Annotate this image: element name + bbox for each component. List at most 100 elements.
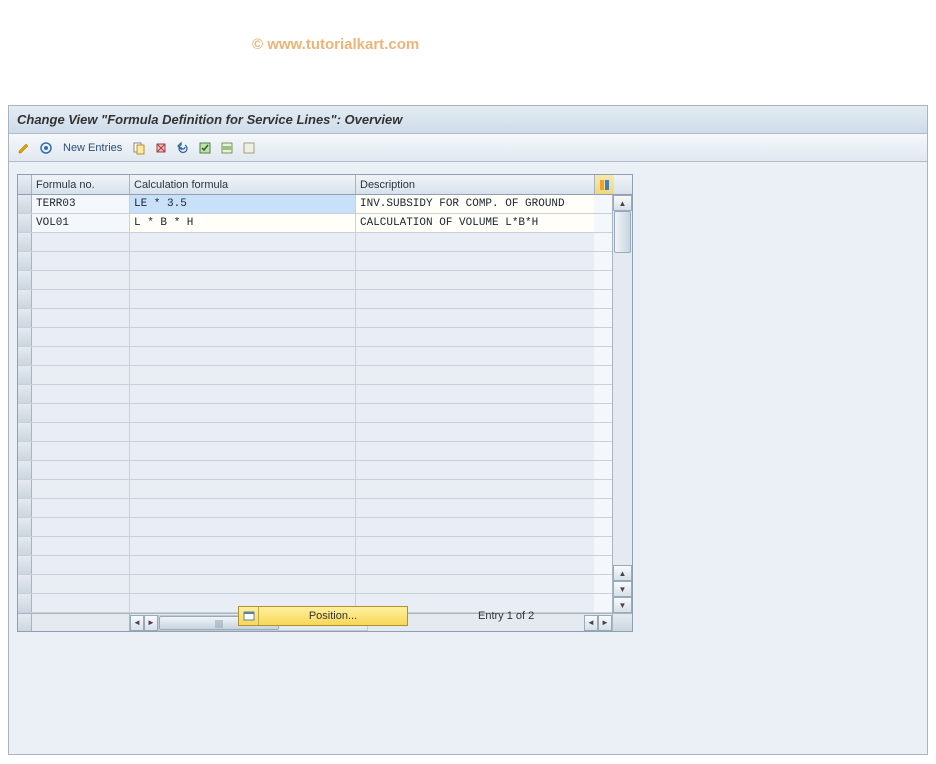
cell-empty[interactable] (356, 233, 594, 251)
row-selector[interactable] (18, 480, 32, 498)
cell-formula-no[interactable]: TERR03 (32, 195, 130, 213)
cell-empty[interactable] (356, 252, 594, 270)
row-selector[interactable] (18, 214, 32, 232)
row-selector[interactable] (18, 290, 32, 308)
cell-empty[interactable] (32, 404, 130, 422)
scroll-thumb[interactable] (614, 211, 631, 253)
cell-empty[interactable] (32, 309, 130, 327)
cell-empty[interactable] (356, 575, 594, 593)
vertical-scrollbar[interactable]: ▲ ▲ ▼ ▼ (612, 195, 632, 613)
cell-empty[interactable] (356, 366, 594, 384)
row-selector[interactable] (18, 385, 32, 403)
row-selector[interactable] (18, 366, 32, 384)
toggle-display-change-button[interactable] (15, 139, 33, 157)
cell-empty[interactable] (356, 480, 594, 498)
cell-empty[interactable] (356, 499, 594, 517)
cell-empty[interactable] (32, 385, 130, 403)
cell-empty[interactable] (356, 461, 594, 479)
row-selector[interactable] (18, 309, 32, 327)
select-block-button[interactable] (218, 139, 236, 157)
cell-empty[interactable] (130, 366, 356, 384)
cell-empty[interactable] (32, 518, 130, 536)
undo-change-button[interactable] (174, 139, 192, 157)
row-selector[interactable] (18, 328, 32, 346)
row-selector[interactable] (18, 499, 32, 517)
row-selector[interactable] (18, 442, 32, 460)
cell-empty[interactable] (32, 366, 130, 384)
cell-empty[interactable] (32, 271, 130, 289)
column-header-description[interactable]: Description (356, 175, 594, 194)
cell-description[interactable]: CALCULATION OF VOLUME L*B*H (356, 214, 594, 232)
cell-empty[interactable] (356, 290, 594, 308)
cell-empty[interactable] (356, 556, 594, 574)
cell-empty[interactable] (356, 442, 594, 460)
other-view-button[interactable] (37, 139, 55, 157)
cell-empty[interactable] (356, 537, 594, 555)
cell-empty[interactable] (32, 423, 130, 441)
cell-empty[interactable] (32, 328, 130, 346)
row-selector[interactable] (18, 518, 32, 536)
cell-calc-formula[interactable]: L * B * H (130, 214, 356, 232)
row-selector[interactable] (18, 195, 32, 213)
scroll-page-up-button[interactable]: ▲ (613, 565, 632, 581)
cell-empty[interactable] (356, 309, 594, 327)
cell-empty[interactable] (130, 518, 356, 536)
new-entries-button[interactable]: New Entries (59, 140, 126, 156)
select-all-button[interactable] (196, 139, 214, 157)
cell-empty[interactable] (32, 290, 130, 308)
deselect-all-button[interactable] (240, 139, 258, 157)
row-selector[interactable] (18, 252, 32, 270)
scroll-page-down-button[interactable]: ▼ (613, 581, 632, 597)
cell-empty[interactable] (356, 328, 594, 346)
delete-button[interactable] (152, 139, 170, 157)
cell-empty[interactable] (130, 328, 356, 346)
cell-empty[interactable] (32, 575, 130, 593)
row-selector[interactable] (18, 271, 32, 289)
row-selector[interactable] (18, 537, 32, 555)
cell-empty[interactable] (130, 252, 356, 270)
row-selector[interactable] (18, 575, 32, 593)
cell-empty[interactable] (130, 404, 356, 422)
cell-empty[interactable] (130, 347, 356, 365)
cell-empty[interactable] (32, 252, 130, 270)
cell-empty[interactable] (130, 385, 356, 403)
column-header-formula-no[interactable]: Formula no. (32, 175, 130, 194)
row-selector[interactable] (18, 404, 32, 422)
cell-empty[interactable] (356, 518, 594, 536)
cell-empty[interactable] (356, 404, 594, 422)
scroll-up-button[interactable]: ▲ (613, 195, 632, 211)
cell-empty[interactable] (356, 385, 594, 403)
cell-empty[interactable] (356, 271, 594, 289)
column-header-calc-formula[interactable]: Calculation formula (130, 175, 356, 194)
cell-empty[interactable] (32, 537, 130, 555)
cell-empty[interactable] (130, 556, 356, 574)
scroll-track[interactable] (613, 211, 632, 565)
cell-empty[interactable] (130, 233, 356, 251)
cell-calc-formula[interactable]: LE * 3.5 (130, 195, 356, 213)
table-settings-button[interactable] (594, 175, 614, 194)
cell-empty[interactable] (130, 575, 356, 593)
cell-empty[interactable] (32, 556, 130, 574)
cell-description[interactable]: INV.SUBSIDY FOR COMP. OF GROUND (356, 195, 594, 213)
cell-empty[interactable] (32, 442, 130, 460)
cell-formula-no[interactable]: VOL01 (32, 214, 130, 232)
cell-empty[interactable] (32, 347, 130, 365)
cell-empty[interactable] (130, 499, 356, 517)
row-selector[interactable] (18, 461, 32, 479)
cell-empty[interactable] (32, 480, 130, 498)
row-selector[interactable] (18, 556, 32, 574)
cell-empty[interactable] (130, 309, 356, 327)
cell-empty[interactable] (356, 423, 594, 441)
row-selector-header[interactable] (18, 175, 32, 194)
cell-empty[interactable] (130, 271, 356, 289)
cell-empty[interactable] (130, 480, 356, 498)
cell-empty[interactable] (356, 347, 594, 365)
copy-as-button[interactable] (130, 139, 148, 157)
cell-empty[interactable] (32, 461, 130, 479)
position-button[interactable]: Position... (238, 606, 408, 626)
cell-empty[interactable] (130, 537, 356, 555)
row-selector[interactable] (18, 423, 32, 441)
cell-empty[interactable] (32, 233, 130, 251)
row-selector[interactable] (18, 233, 32, 251)
cell-empty[interactable] (130, 423, 356, 441)
